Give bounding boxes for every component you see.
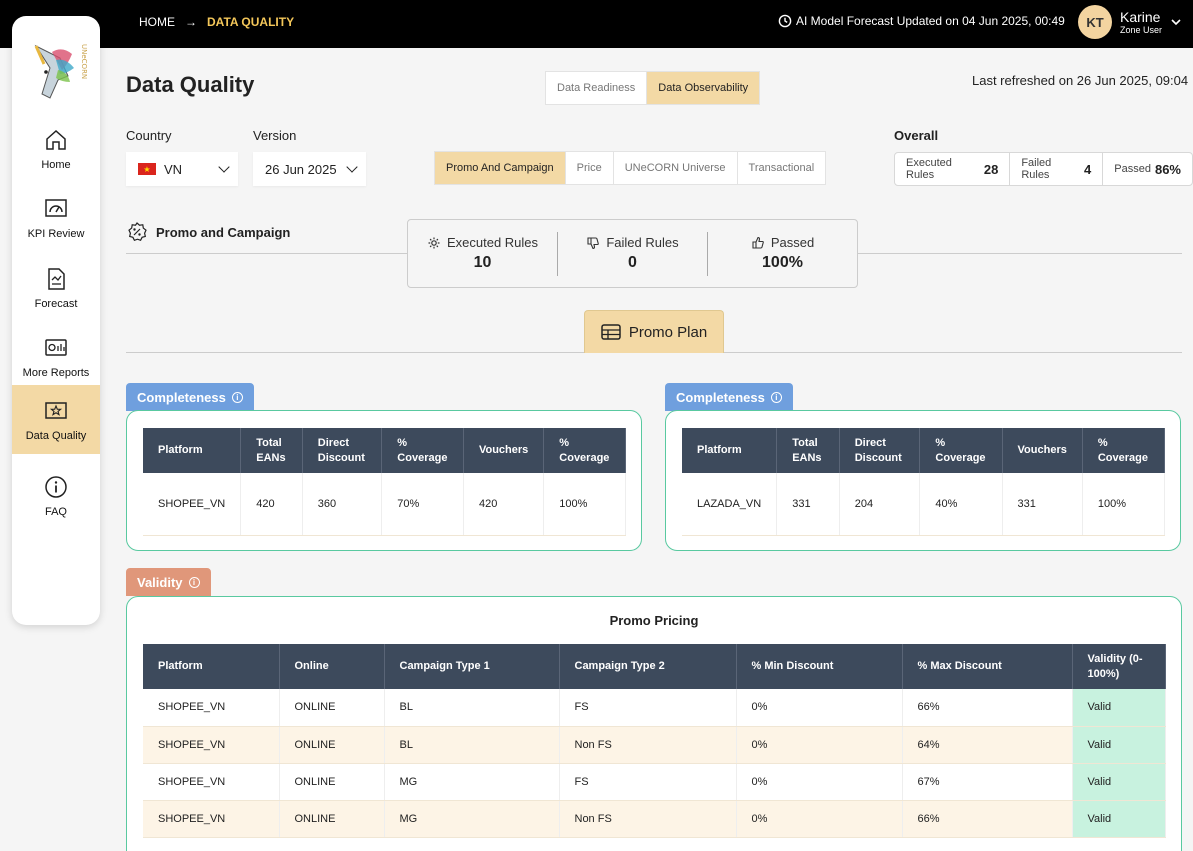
sidebar-item-label: KPI Review (27, 227, 85, 240)
sidebar-item-label: More Reports (22, 366, 90, 379)
sidebar-item-label: Forecast (34, 297, 78, 310)
info-icon[interactable]: i (770, 391, 782, 403)
version-value: 26 Jun 2025 (265, 161, 337, 177)
overall-failed: Failed Rules 4 (1010, 153, 1104, 185)
percent-badge-icon (128, 222, 147, 242)
completeness-table-right: Platform Total EANs Direct Discount % Co… (682, 428, 1166, 536)
sidebar-item-label: Home (41, 158, 71, 171)
thumbs-up-icon (752, 236, 764, 249)
top-bar: HOME → DATA QUALITY AI Model Forecast Up… (0, 0, 1193, 48)
sidebar-item-faq[interactable]: FAQ (12, 461, 100, 530)
info-icon[interactable]: i (188, 576, 200, 588)
stat-executed-value: 10 (473, 254, 492, 271)
reports-icon (45, 338, 67, 356)
clock-icon (778, 14, 792, 28)
stat-passed: Passed 100% (708, 232, 857, 276)
info-icon[interactable]: i (231, 391, 243, 403)
tab-promo-and-campaign[interactable]: Promo And Campaign (435, 152, 566, 184)
section-title-text: Promo and Campaign (156, 224, 291, 240)
table-row: SHOPEE_VN 420 360 70% 420 100% (143, 473, 626, 536)
completeness-tag: Completeness i (126, 383, 254, 411)
vietnam-flag-icon: ★ (138, 163, 156, 175)
unecorn-logo: UNeCORN (34, 44, 88, 99)
chevron-down-icon (346, 161, 358, 173)
version-label: Version (253, 128, 297, 143)
category-tabs: Promo And Campaign Price UNeCORN Univers… (434, 151, 827, 185)
chevron-down-icon (218, 161, 230, 173)
completeness-tag: Completeness i (665, 383, 793, 411)
sidebar: UNeCORN Home KPI Review Forecast More Re… (12, 16, 100, 625)
validity-card: Promo Pricing Platform Online Campaign T… (126, 596, 1182, 851)
breadcrumb-current: DATA QUALITY (207, 15, 295, 29)
forecast-notice-text: AI Model Forecast Updated on 04 Jun 2025… (796, 14, 1065, 28)
table-row: LAZADA_VN 331 204 40% 331 100% (682, 473, 1166, 536)
completeness-card-right: Platform Total EANs Direct Discount % Co… (665, 410, 1181, 551)
tab-data-readiness[interactable]: Data Readiness (546, 72, 648, 104)
forecast-notice: AI Model Forecast Updated on 04 Jun 2025… (778, 14, 1065, 28)
overall-label: Overall (894, 128, 939, 143)
validity-tag: Validity i (126, 568, 211, 596)
last-refreshed: Last refreshed on 26 Jun 2025, 09:04 (972, 73, 1189, 88)
promo-plan-label: Promo Plan (628, 323, 708, 341)
stat-passed-value: 100% (762, 254, 803, 271)
completeness-card-left: Platform Total EANs Direct Discount % Co… (126, 410, 642, 551)
page-title: Data Quality (126, 72, 255, 97)
table-row: SHOPEE_VN ONLINE BL FS 0% 66% Valid (143, 689, 1166, 727)
chevron-down-icon[interactable] (1170, 16, 1182, 28)
user-menu[interactable]: KT Karine Zone User (1078, 5, 1182, 39)
user-name: Karine (1120, 8, 1161, 25)
promo-plan-tab[interactable]: Promo Plan (584, 310, 724, 353)
stat-executed: Executed Rules 10 (408, 231, 558, 276)
country-value: VN (164, 161, 183, 177)
version-select[interactable]: 26 Jun 2025 (253, 152, 366, 186)
country-label: Country (126, 128, 172, 143)
tab-unecorn-universe[interactable]: UNeCORN Universe (614, 152, 738, 184)
stat-failed: Failed Rules 0 (558, 231, 708, 276)
avatar: KT (1078, 5, 1112, 39)
overall-executed: Executed Rules 28 (895, 153, 1011, 185)
stat-failed-value: 0 (628, 254, 637, 271)
overall-summary: Executed Rules 28 Failed Rules 4 Passed 86% (894, 152, 1193, 186)
breadcrumb-arrow-icon: → (185, 15, 197, 29)
thumbs-down-icon (587, 236, 600, 249)
star-monitor-icon (45, 401, 67, 419)
breadcrumb-home[interactable]: HOME (139, 15, 175, 29)
country-select[interactable]: ★ VN (126, 152, 238, 186)
overall-passed: Passed 86% (1114, 161, 1181, 177)
section-stats: Executed Rules 10 Failed Rules 0 Passed … (407, 219, 858, 288)
table-row: SHOPEE_VN ONLINE MG Non FS 0% 66% Valid (143, 800, 1166, 838)
promo-pricing-title: Promo Pricing (609, 613, 699, 628)
table-icon (601, 324, 621, 340)
tab-price[interactable]: Price (566, 152, 614, 184)
table-row: SHOPEE_VN ONLINE BL Non FS 0% 64% Valid (143, 726, 1166, 764)
breadcrumb: HOME → DATA QUALITY (139, 15, 294, 29)
section-title: Promo and Campaign (126, 221, 290, 243)
sidebar-item-kpi-review[interactable]: KPI Review (12, 183, 100, 252)
info-icon (45, 475, 67, 498)
gear-icon (428, 237, 440, 248)
sidebar-item-label: FAQ (44, 505, 67, 518)
document-chart-icon (48, 267, 65, 290)
logo-text: UNeCORN (80, 44, 88, 79)
sidebar-item-more-reports[interactable]: More Reports (12, 322, 100, 391)
sidebar-item-label: Data Quality (25, 429, 87, 442)
user-role: Zone User (1120, 24, 1163, 35)
sidebar-item-data-quality[interactable]: Data Quality (12, 385, 100, 454)
sidebar-item-home[interactable]: Home (12, 114, 100, 183)
completeness-table-left: Platform Total EANs Direct Discount % Co… (143, 428, 626, 536)
view-tabs: Data Readiness Data Observability (545, 71, 761, 105)
tab-data-observability[interactable]: Data Observability (647, 72, 760, 104)
tab-transactional[interactable]: Transactional (738, 152, 826, 184)
gauge-icon (45, 198, 67, 217)
validity-table: Platform Online Campaign Type 1 Campaign… (143, 644, 1166, 838)
sidebar-item-forecast[interactable]: Forecast (12, 253, 100, 322)
home-icon (46, 129, 66, 150)
table-row: SHOPEE_VN ONLINE MG FS 0% 67% Valid (143, 763, 1166, 801)
